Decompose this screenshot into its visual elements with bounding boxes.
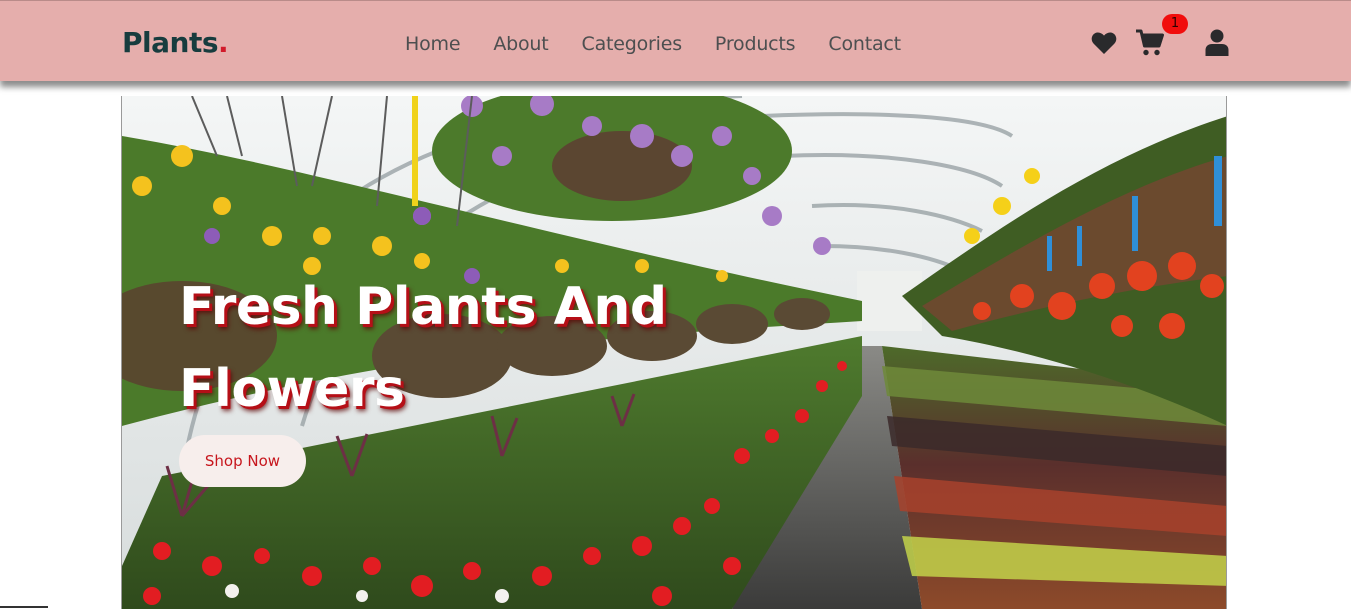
cart-icon[interactable] [1135,29,1165,57]
user-icon[interactable] [1205,29,1229,56]
divider [0,606,48,608]
hero-title-line-1: Fresh Plants And [179,277,667,337]
hero-title: Fresh Plants And Flowers [179,266,739,430]
hero-title-line-2: Flowers [179,359,405,419]
cart-count-badge: 1 [1162,14,1188,34]
nav-link-about[interactable]: About [493,31,548,57]
nav-link-products[interactable]: Products [715,31,796,57]
nav-link-categories[interactable]: Categories [582,31,683,57]
main-nav: Home About Categories Products Contact [405,31,901,57]
nav-link-home[interactable]: Home [405,31,461,57]
brand-name: Plants [122,26,219,59]
heart-icon[interactable] [1091,31,1117,55]
brand-dot: . [218,26,229,59]
shop-now-button[interactable]: Shop Now [179,435,306,487]
nav-link-contact[interactable]: Contact [828,31,901,57]
brand-logo[interactable]: Plants. [122,25,229,61]
navbar: Plants. Home About Categories Products C… [0,0,1351,81]
hero-banner: Fresh Plants And Flowers Shop Now [121,96,1227,609]
